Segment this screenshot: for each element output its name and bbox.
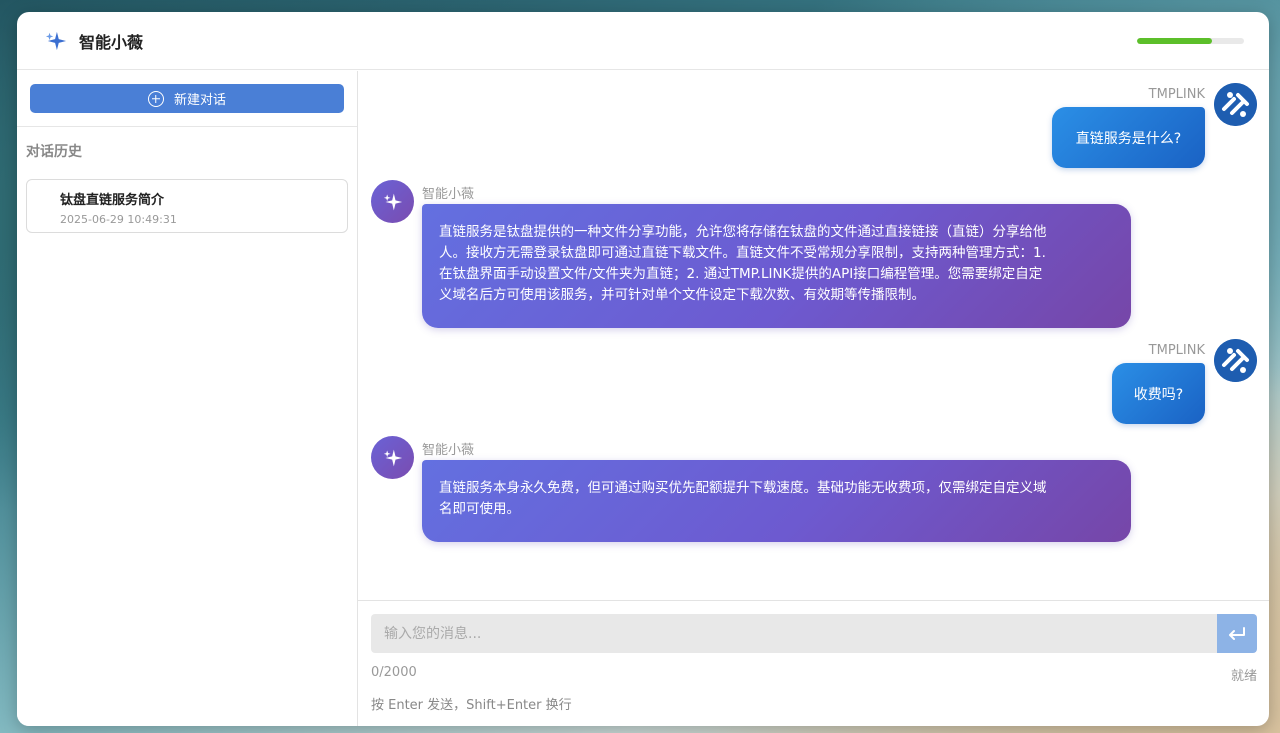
sparkle-logo-icon bbox=[45, 31, 67, 50]
user-message-text: 直链服务是什么? bbox=[1075, 130, 1182, 147]
tmplink-logo-icon bbox=[1214, 83, 1257, 126]
ai-message-line: 直链服务是钛盘提供的一种文件分享功能，允许您将存储在钛盘的文件通过直接链接（直链… bbox=[439, 224, 1047, 240]
ai-message-bubble: 直链服务本身永久免费，但可通过购买优先配额提升下载速度。基础功能无收费项，仅需绑… bbox=[422, 460, 1131, 542]
message-input[interactable] bbox=[371, 614, 1218, 653]
app-header: 智能小薇 bbox=[17, 12, 1269, 70]
user-message-bubble: 收费吗? bbox=[1112, 363, 1205, 424]
ai-message-bubble: 直链服务是钛盘提供的一种文件分享功能，允许您将存储在钛盘的文件通过直接链接（直链… bbox=[422, 204, 1131, 328]
status-text: 就绪 bbox=[1230, 669, 1257, 684]
user-name: TMPLINK bbox=[1148, 87, 1205, 102]
ai-name: 智能小薇 bbox=[422, 443, 475, 458]
ai-avatar bbox=[371, 436, 414, 479]
ai-message-line: 在钛盘界面手动设置文件/文件夹为直链；2. 通过TMP.LINK提供的API接口… bbox=[439, 266, 1043, 282]
enter-arrow-icon bbox=[1229, 626, 1245, 640]
sidebar: 新建对话 对话历史 钛盘直链服务简介 2025-06-29 10:49:31 bbox=[17, 71, 358, 726]
ai-message-line: 义域名后方可使用该服务，并可针对单个文件设定下载次数、有效期等传播限制。 bbox=[439, 287, 925, 303]
tmplink-logo-icon bbox=[1214, 339, 1257, 382]
ai-avatar bbox=[371, 180, 414, 223]
sparkle-icon bbox=[383, 449, 402, 466]
user-avatar bbox=[1214, 339, 1257, 382]
char-counter: 0/2000 bbox=[371, 665, 417, 680]
plus-circle-icon bbox=[147, 90, 164, 107]
input-hint: 按 Enter 发送，Shift+Enter 换行 bbox=[371, 698, 572, 713]
app-window: 智能小薇 新建对话 对话历史 钛盘直链服务简介 2025-06-29 10:49… bbox=[17, 12, 1269, 726]
new-chat-button[interactable]: 新建对话 bbox=[30, 84, 344, 113]
history-title: 对话历史 bbox=[26, 144, 82, 160]
ai-name: 智能小薇 bbox=[422, 187, 475, 202]
ai-message-line: 直链服务本身永久免费，但可通过购买优先配额提升下载速度。基础功能无收费项，仅需绑… bbox=[439, 480, 1047, 496]
quota-progress-bar bbox=[1137, 38, 1244, 44]
app-title: 智能小薇 bbox=[79, 32, 144, 52]
history-item-time: 2025-06-29 10:49:31 bbox=[60, 213, 177, 226]
ai-message-line: 人。接收方无需登录钛盘即可通过直链下载文件。直链文件不受常规分享限制，支持两种管… bbox=[439, 245, 1046, 261]
user-message-bubble: 直链服务是什么? bbox=[1052, 107, 1205, 168]
quota-progress-fill bbox=[1137, 38, 1212, 44]
sidebar-divider bbox=[17, 126, 357, 127]
user-message-text: 收费吗? bbox=[1133, 386, 1184, 403]
history-item[interactable]: 钛盘直链服务简介 2025-06-29 10:49:31 bbox=[26, 179, 348, 233]
new-chat-label: 新建对话 bbox=[173, 93, 226, 108]
input-area: 0/2000 就绪 按 Enter 发送，Shift+Enter 换行 bbox=[358, 600, 1269, 726]
chat-panel: TMPLINK 直链服务是什么? 智能小薇 直链服务是钛盘提供的一种文件分享功能… bbox=[358, 71, 1269, 601]
history-item-title: 钛盘直链服务简介 bbox=[60, 193, 165, 208]
sparkle-icon bbox=[383, 193, 402, 210]
user-avatar bbox=[1214, 83, 1257, 126]
user-name: TMPLINK bbox=[1148, 343, 1205, 358]
send-button[interactable] bbox=[1217, 614, 1257, 653]
ai-message-line: 名即可使用。 bbox=[439, 501, 520, 517]
